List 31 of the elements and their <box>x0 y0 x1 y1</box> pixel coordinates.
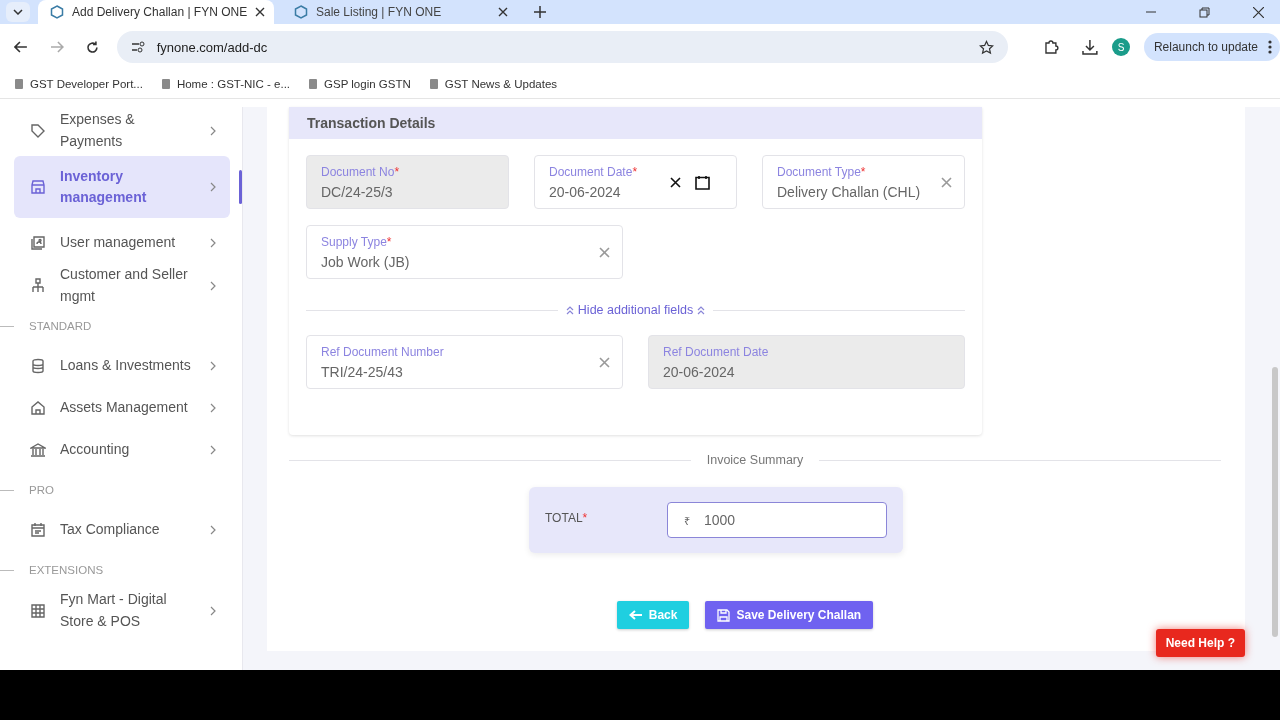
section-heading: EXTENSIONS <box>29 564 104 576</box>
hide-fields-link[interactable]: Hide additional fields <box>565 303 706 317</box>
bookmark-item[interactable]: GST Developer Port... <box>14 78 143 90</box>
section-heading: Invoice Summary <box>706 453 804 467</box>
sidebar-item[interactable]: Assets Management <box>14 387 230 429</box>
total-label: TOTAL* <box>545 511 589 525</box>
address-bar[interactable]: fynone.com/add-dc <box>116 31 1009 63</box>
total-input[interactable]: ₹ 1000 <box>667 502 887 538</box>
input-field[interactable]: Supply Type* Job Work (JB) <box>306 225 623 279</box>
sidebar-item[interactable]: Accounting <box>14 429 230 471</box>
section-heading: PRO <box>29 484 54 496</box>
browser-tab[interactable]: Add Delivery Challan | FYN ONE <box>38 0 274 24</box>
sidebar-item[interactable]: Inventory management <box>14 156 230 218</box>
date-field[interactable]: Document Date* 20-06-2024 <box>534 155 737 209</box>
input-field[interactable]: Ref Document Number TRI/24-25/43 <box>306 335 623 389</box>
sidebar-item[interactable]: Loans & Investments <box>14 345 230 387</box>
relaunch-button[interactable]: Relaunch to update <box>1143 33 1280 61</box>
card-title: Transaction Details <box>307 115 436 131</box>
sidebar-item[interactable]: Fyn Mart - Digital Store & POS <box>14 589 230 632</box>
sidebar-item[interactable]: User management <box>14 222 230 264</box>
sidebar-item[interactable]: Tax Compliance <box>14 509 230 551</box>
bookmark-item[interactable]: Home : GST-NIC - e... <box>160 78 291 90</box>
section-heading: STANDARD <box>29 320 92 332</box>
browser-tab[interactable]: Sale Listing | FYN ONE <box>282 0 518 24</box>
input-field[interactable]: Document Type* Delivery Challan (CHL) <box>762 155 965 209</box>
save-button[interactable]: Save Delivery Challan <box>705 601 874 629</box>
bookmark-item[interactable]: GSP login GSTN <box>308 78 411 90</box>
bookmark-item[interactable]: GST News & Updates <box>428 78 558 90</box>
sidebar-item[interactable]: Customer and Seller mgmt <box>14 264 230 307</box>
help-button[interactable]: Need Help ? <box>1155 629 1245 657</box>
sidebar-item[interactable]: Expenses & Payments <box>14 109 230 152</box>
